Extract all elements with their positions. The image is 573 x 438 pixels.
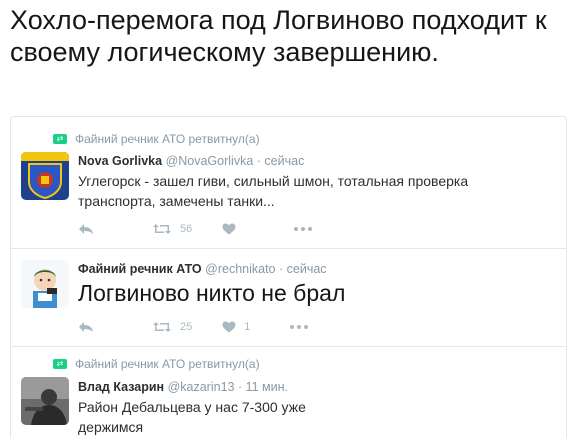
author-name[interactable]: Влад Казарин (78, 380, 164, 394)
retweet-badge-icon: ⇄ (53, 134, 67, 144)
retweet-button[interactable]: 25 (152, 321, 192, 333)
more-button[interactable] (294, 227, 313, 231)
retweet-button[interactable]: 56 (152, 223, 192, 235)
like-button[interactable]: 1 (222, 321, 250, 333)
more-icon (294, 227, 313, 231)
reply-icon (79, 322, 93, 332)
timestamp[interactable]: сейчас (287, 262, 327, 276)
tweet-header: Файний речник АТО @rechnikato · сейчас (78, 262, 327, 276)
author-handle[interactable]: @NovaGorlivka (166, 154, 254, 168)
headline: Хохло-перемога под Логвиново подходит к … (10, 5, 547, 67)
heart-icon (222, 223, 236, 235)
retweet-context: ⇄ Файний речник АТО ретвитнул(а) (53, 357, 260, 371)
tweet-header: Nova Gorlivka @NovaGorlivka · сейчас (78, 154, 304, 168)
retweet-badge-icon: ⇄ (53, 359, 67, 369)
avatar[interactable] (21, 260, 69, 308)
retweeted-by-label: Файний речник АТО ретвитнул(а) (75, 132, 260, 146)
tweet-text: Район Дебальцева у нас 7-300 уже держимс… (78, 399, 306, 435)
retweet-count: 56 (180, 223, 193, 235)
tweet-header: Влад Казарин @kazarin13 · 11 мин. (78, 380, 288, 394)
tweet-feed: ⇄ Файний речник АТО ретвитнул(а) Nova Go… (10, 116, 567, 438)
author-handle[interactable]: @rechnikato (205, 262, 275, 276)
more-button[interactable] (290, 325, 309, 329)
reply-icon (79, 224, 93, 234)
tweet[interactable]: Файний речник АТО @rechnikato · сейчас Л… (11, 248, 566, 346)
tweet-actions: 25 1 (78, 319, 309, 335)
timestamp[interactable]: сейчас (264, 154, 304, 168)
like-count: 1 (244, 321, 251, 333)
reply-button[interactable] (78, 321, 94, 333)
retweet-count: 25 (180, 321, 193, 333)
tweet-actions: 56 (78, 221, 313, 237)
heart-icon (222, 321, 236, 333)
retweet-icon (153, 322, 171, 332)
author-handle[interactable]: @kazarin13 (168, 380, 235, 394)
separator: · (256, 154, 261, 168)
separator: · (279, 262, 284, 276)
timestamp[interactable]: 11 мин. (246, 380, 288, 394)
more-icon (290, 325, 309, 329)
like-button[interactable] (222, 223, 236, 235)
author-name[interactable]: Файний речник АТО (78, 262, 202, 276)
retweet-icon (153, 224, 171, 234)
author-name[interactable]: Nova Gorlivka (78, 154, 162, 168)
retweet-context: ⇄ Файний речник АТО ретвитнул(а) (53, 132, 260, 146)
tweet-text: Углегорск - зашел гиви, сильный шмон, то… (78, 173, 469, 209)
tweet[interactable]: ⇄ Файний речник АТО ретвитнул(а) Влад Ка… (11, 346, 566, 438)
separator: · (237, 380, 243, 394)
avatar[interactable] (21, 377, 69, 425)
tweet[interactable]: ⇄ Файний речник АТО ретвитнул(а) Nova Go… (11, 117, 566, 248)
retweeted-by-label: Файний речник АТО ретвитнул(а) (75, 357, 260, 371)
reply-button[interactable] (78, 223, 94, 235)
tweet-text: Логвиново никто не брал (78, 280, 346, 306)
avatar[interactable] (21, 152, 69, 200)
